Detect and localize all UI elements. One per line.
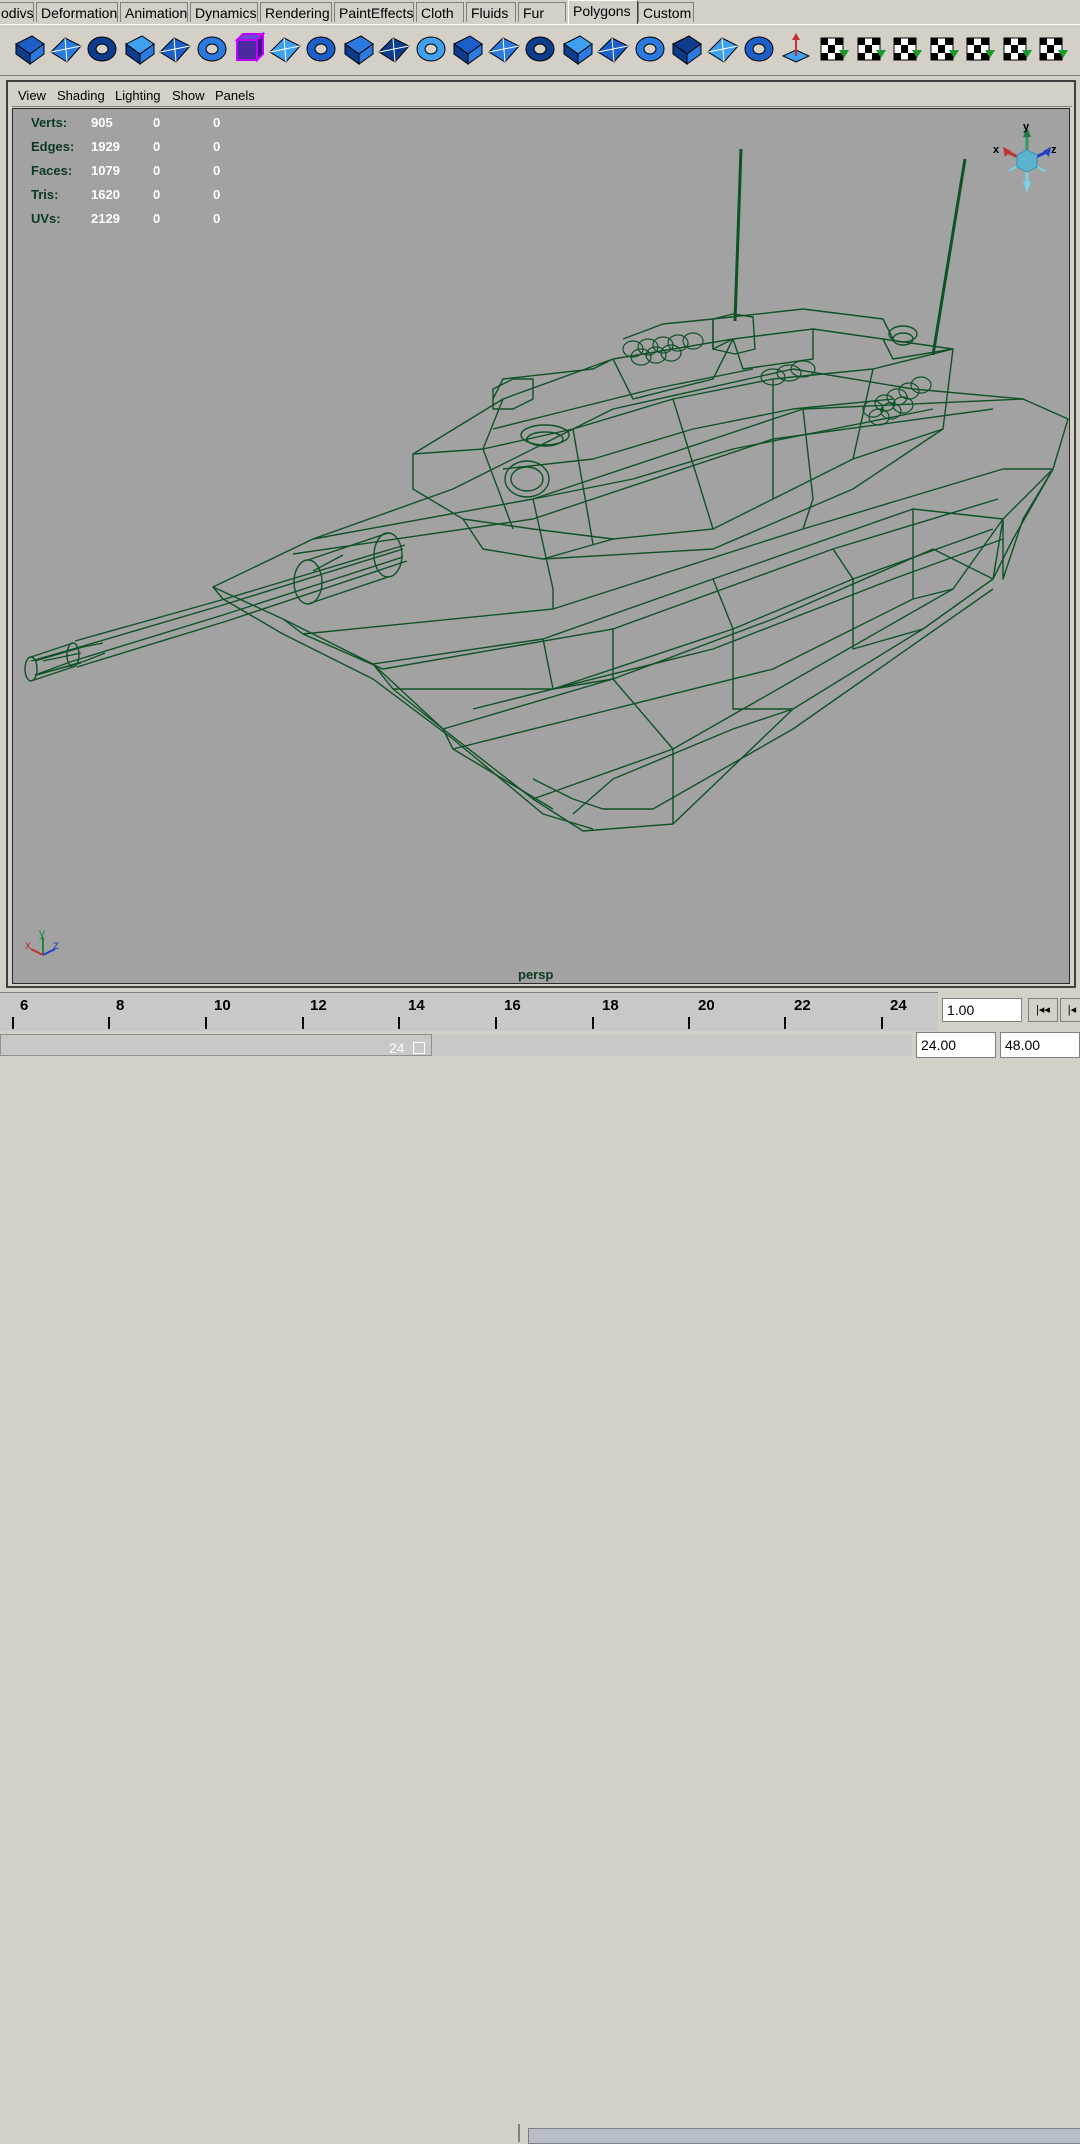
- go-to-start-button[interactable]: |◂◂: [1028, 998, 1058, 1022]
- cube-wireframe-icon[interactable]: [229, 30, 267, 68]
- subdivide-icon[interactable]: [302, 30, 340, 68]
- tab-dynamics[interactable]: Dynamics: [190, 2, 258, 22]
- range-slider-remainder[interactable]: [432, 1034, 912, 1056]
- merge-edge-icon[interactable]: [631, 30, 669, 68]
- bridge-icon[interactable]: [667, 30, 705, 68]
- tick-mark: [108, 1017, 110, 1029]
- menu-lighting[interactable]: Lighting: [115, 88, 161, 103]
- tab-cloth[interactable]: Cloth: [416, 2, 464, 22]
- gizmo-x-label: x: [993, 144, 1000, 156]
- origin-z-label: z: [53, 938, 59, 952]
- tick-label: 24: [890, 997, 907, 1014]
- step-back-button[interactable]: |◂: [1060, 998, 1080, 1022]
- shelf-icon-bar: [0, 24, 1080, 76]
- collapse-icon[interactable]: [594, 30, 632, 68]
- uv-map-icon[interactable]: [850, 30, 888, 68]
- duplicate-face-icon[interactable]: [485, 30, 523, 68]
- tab-subdivs[interactable]: odivs: [0, 2, 34, 22]
- tick-mark: [495, 1017, 497, 1029]
- poke-face-icon[interactable]: [412, 30, 450, 68]
- menu-show[interactable]: Show: [172, 88, 205, 103]
- tick-label: 14: [408, 997, 425, 1014]
- tick-mark: [205, 1017, 207, 1029]
- command-line-strip: [0, 1062, 1080, 2144]
- polygon-sphere-object-icon[interactable]: [47, 30, 85, 68]
- help-line-panel: [528, 2128, 1080, 2144]
- tick-mark: [688, 1017, 690, 1029]
- tab-polygons[interactable]: Polygons: [568, 0, 638, 24]
- split-edge-icon[interactable]: [558, 30, 596, 68]
- view-axis-gizmo-icon[interactable]: y x z: [983, 119, 1063, 199]
- current-frame-field[interactable]: 1.00: [942, 998, 1022, 1022]
- tab-deformation[interactable]: Deformation: [36, 2, 118, 22]
- merge-vertices-icon[interactable]: [83, 30, 121, 68]
- range-end-field[interactable]: 48.00: [1000, 1032, 1080, 1058]
- tab-fur[interactable]: Fur: [518, 2, 566, 22]
- uv-sphere-icon[interactable]: [923, 30, 961, 68]
- time-slider[interactable]: 6 8 10 12 14 16 18 20 22 24: [0, 992, 938, 1031]
- camera-name-label: persp: [518, 967, 554, 982]
- extrude-face-icon[interactable]: [448, 30, 486, 68]
- flip-face-icon[interactable]: [740, 30, 778, 68]
- viewport-menu-bar: View Shading Lighting Show Panels: [12, 86, 1072, 107]
- extract-icon[interactable]: [521, 30, 559, 68]
- divider: [518, 2124, 520, 2142]
- split-polygon-icon[interactable]: [156, 30, 194, 68]
- origin-y-label: y: [39, 927, 45, 940]
- shelf-tab-bar: odivs Deformation Animation Dynamics Ren…: [0, 0, 1080, 24]
- tick-label: 8: [116, 997, 125, 1014]
- tick-mark: [592, 1017, 594, 1029]
- tab-animation[interactable]: Animation: [120, 2, 188, 22]
- cut-faces-icon[interactable]: [266, 30, 304, 68]
- tick-label: 16: [504, 997, 521, 1014]
- tank-wireframe-model[interactable]: [13, 109, 1070, 984]
- tick-label: 10: [214, 997, 231, 1014]
- tick-label: 18: [602, 997, 619, 1014]
- tab-fluids[interactable]: Fluids: [466, 2, 516, 22]
- bevel-icon[interactable]: [339, 30, 377, 68]
- tick-mark: [784, 1017, 786, 1029]
- range-slider-track[interactable]: 24: [0, 1034, 432, 1056]
- tick-label: 6: [20, 997, 29, 1014]
- tick-mark: [881, 1017, 883, 1029]
- wedge-icon[interactable]: [375, 30, 413, 68]
- gizmo-y-label: y: [1023, 121, 1030, 133]
- tab-rendering[interactable]: Rendering: [260, 2, 332, 22]
- range-end-label: 24: [389, 1040, 405, 1056]
- tick-label: 22: [794, 997, 811, 1014]
- uv-editor-icon[interactable]: [996, 30, 1034, 68]
- tick-label: 12: [310, 997, 327, 1014]
- viewport-canvas[interactable]: Verts: 905 0 0 Edges: 1929 0 0 Faces: 10…: [12, 108, 1070, 984]
- polygon-torus-icon[interactable]: [10, 30, 48, 68]
- origin-x-label: x: [25, 938, 31, 952]
- origin-axis-icon: x y z: [25, 927, 59, 956]
- uv-layout-icon[interactable]: [959, 30, 997, 68]
- range-slider[interactable]: 24: [0, 1032, 912, 1058]
- uv-normalize-icon[interactable]: [886, 30, 924, 68]
- tick-mark: [302, 1017, 304, 1029]
- tick-label: 20: [698, 997, 715, 1014]
- menu-panels[interactable]: Panels: [215, 88, 255, 103]
- menu-shading[interactable]: Shading: [57, 88, 105, 103]
- move-component-icon[interactable]: [777, 30, 815, 68]
- tick-mark: [398, 1017, 400, 1029]
- menu-view[interactable]: View: [18, 88, 46, 103]
- planar-projection-icon[interactable]: [704, 30, 742, 68]
- gizmo-z-label: z: [1051, 144, 1057, 156]
- uv-checker-icon[interactable]: [813, 30, 851, 68]
- range-start-field[interactable]: 24.00: [916, 1032, 996, 1058]
- range-handle[interactable]: [413, 1042, 425, 1054]
- extrude-icon[interactable]: [120, 30, 158, 68]
- tab-painteffects[interactable]: PaintEffects: [334, 2, 414, 22]
- tick-mark: [12, 1017, 14, 1029]
- perspective-viewport: View Shading Lighting Show Panels Verts:…: [6, 80, 1076, 988]
- tab-custom[interactable]: Custom: [638, 2, 694, 22]
- fill-hole-icon[interactable]: [1032, 30, 1070, 68]
- smooth-icon[interactable]: [193, 30, 231, 68]
